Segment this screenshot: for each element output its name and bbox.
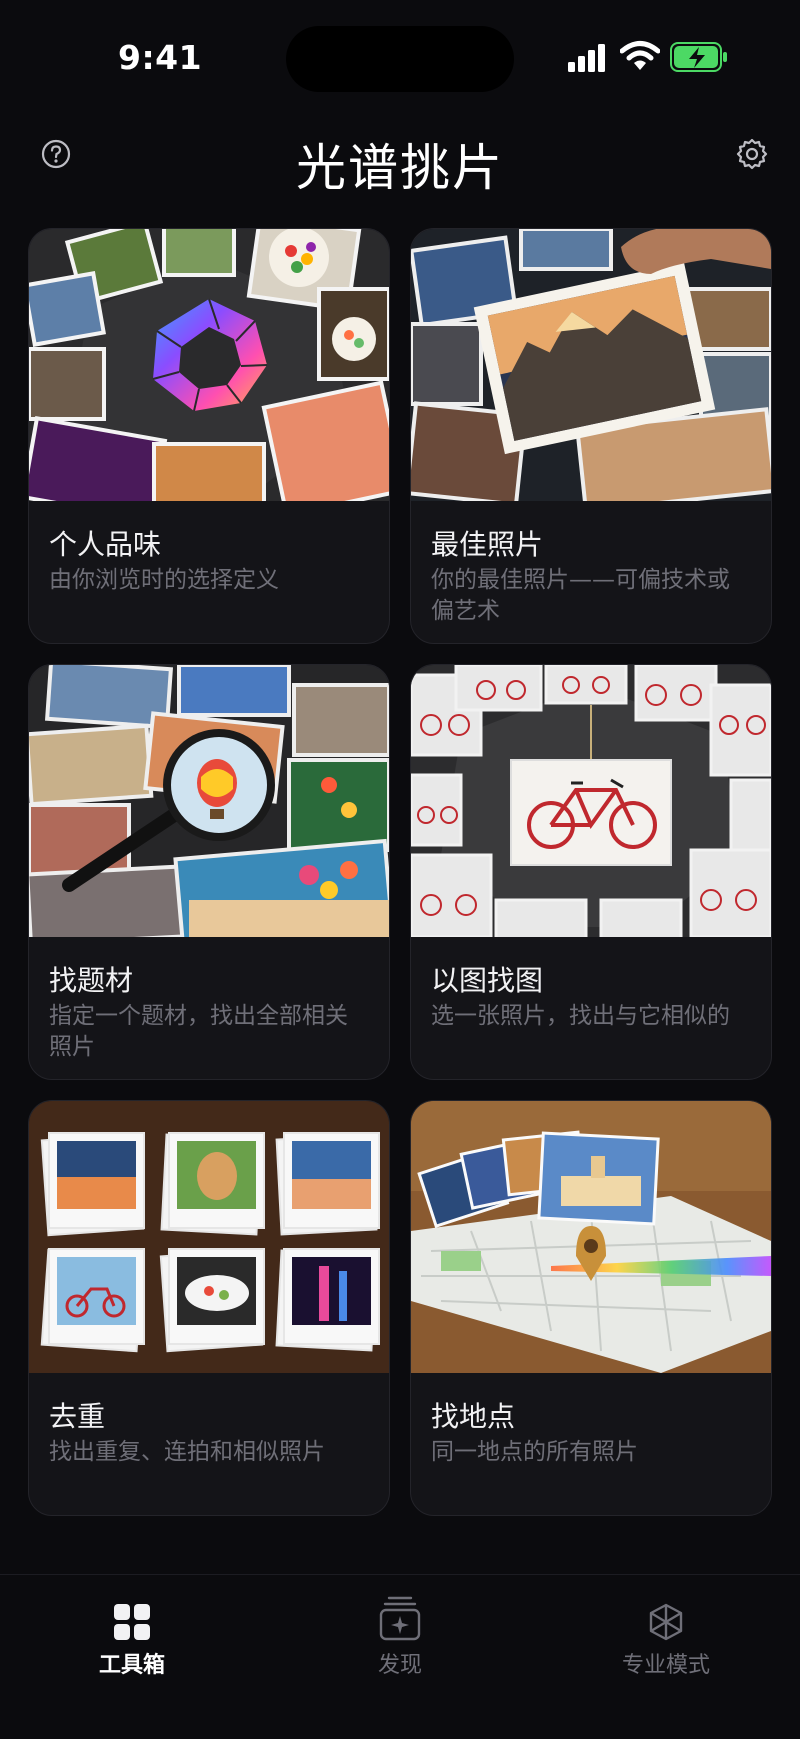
status-time: 9:41 xyxy=(118,38,203,77)
card-title: 以图找图 xyxy=(431,964,544,997)
wifi-icon xyxy=(620,41,660,70)
tool-card-best-photos[interactable]: 最佳照片 你的最佳照片——可偏技术或偏艺术 xyxy=(410,228,772,644)
battery-charging-icon xyxy=(670,42,727,72)
card-image-magnifier-over-photos xyxy=(29,665,389,937)
card-title: 去重 xyxy=(49,1400,106,1433)
tool-card-find-subject[interactable]: 找题材 指定一个题材，找出全部相关照片 xyxy=(28,664,390,1080)
cellular-signal-icon xyxy=(568,44,605,72)
card-title: 找题材 xyxy=(49,964,134,997)
card-image-map-with-pin xyxy=(411,1101,771,1373)
tool-card-dedupe[interactable]: 去重 找出重复、连拍和相似照片 xyxy=(28,1100,390,1516)
card-subtitle: 指定一个题材，找出全部相关照片 xyxy=(49,1003,348,1060)
card-subtitle: 选一张照片，找出与它相似的 xyxy=(431,1003,730,1029)
card-image-hand-holding-photo xyxy=(411,229,771,501)
tab-label: 工具箱 xyxy=(98,1653,165,1678)
tab-label: 专业模式 xyxy=(621,1653,710,1678)
card-title: 找地点 xyxy=(431,1400,516,1433)
gear-icon xyxy=(736,138,768,170)
page-title: 光谱挑片 xyxy=(296,139,504,197)
tab-label: 发现 xyxy=(377,1653,422,1678)
status-bar: 9:41 xyxy=(0,0,800,110)
card-subtitle: 由你浏览时的选择定义 xyxy=(49,567,279,593)
card-subtitle: 同一地点的所有照片 xyxy=(431,1439,638,1465)
dynamic-island xyxy=(286,26,514,92)
cube-icon xyxy=(649,1603,683,1641)
discover-icon xyxy=(379,1596,421,1641)
tab-pro-mode[interactable]: 专业模式 xyxy=(566,1589,766,1679)
tab-toolbox[interactable]: 工具箱 xyxy=(32,1589,232,1679)
card-image-spectrum-aperture xyxy=(29,229,389,501)
grid-icon xyxy=(114,1604,150,1640)
tool-card-personal-taste[interactable]: 个人品味 由你浏览时的选择定义 xyxy=(28,228,390,644)
settings-button[interactable] xyxy=(728,130,776,178)
card-image-bicycle-ring xyxy=(411,665,771,937)
tab-bar: 工具箱 发现 专业模式 xyxy=(0,1574,800,1739)
card-subtitle: 你的最佳照片——可偏技术或偏艺术 xyxy=(431,567,730,624)
tool-card-find-location[interactable]: 找地点 同一地点的所有照片 xyxy=(410,1100,772,1516)
card-title: 最佳照片 xyxy=(431,528,544,561)
card-image-stacked-photos xyxy=(29,1101,389,1373)
tool-card-similar-search[interactable]: 以图找图 选一张照片，找出与它相似的 xyxy=(410,664,772,1080)
tab-discover[interactable]: 发现 xyxy=(300,1589,500,1679)
card-title: 个人品味 xyxy=(49,528,162,561)
card-subtitle: 找出重复、连拍和相似照片 xyxy=(49,1439,325,1465)
